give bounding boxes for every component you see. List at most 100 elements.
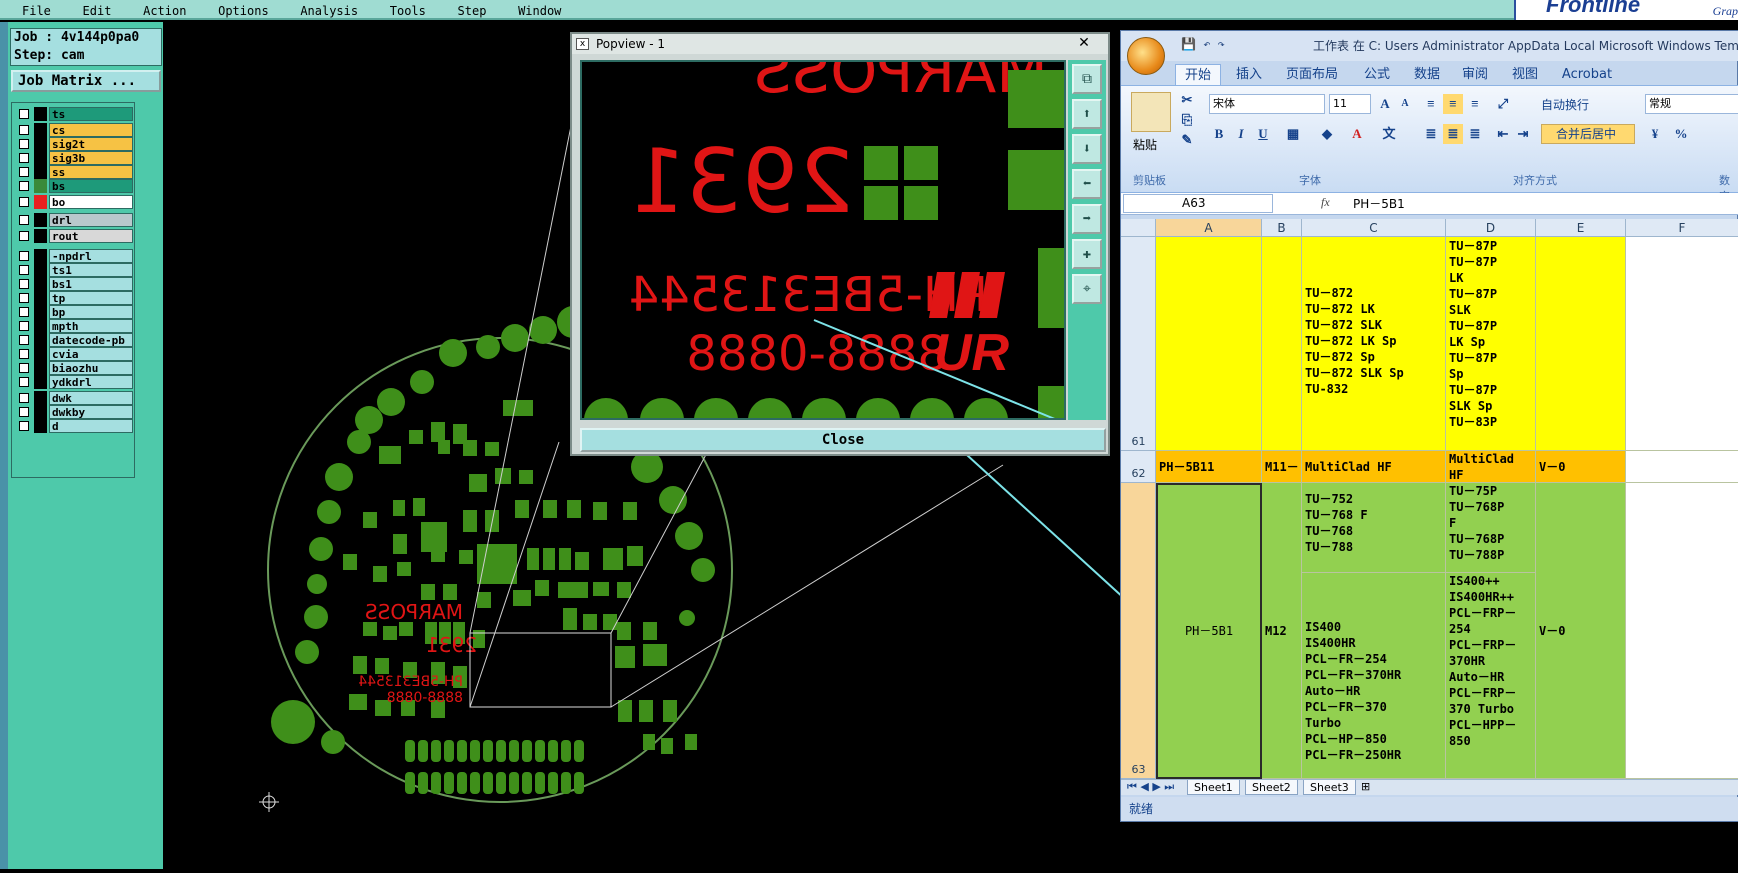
- tab-view[interactable]: 视图: [1505, 64, 1545, 85]
- pan-left-icon[interactable]: ⬅: [1072, 169, 1102, 199]
- layer-name[interactable]: d: [49, 419, 133, 433]
- layer-row[interactable]: bs: [16, 179, 134, 193]
- layer-name[interactable]: datecode-pb: [49, 333, 133, 347]
- align-middle-icon[interactable]: ≡: [1443, 94, 1463, 114]
- format-painter-icon[interactable]: ✎: [1177, 130, 1197, 150]
- layer-name[interactable]: bp: [49, 305, 133, 319]
- row-header[interactable]: 62: [1121, 451, 1156, 483]
- layer-checkbox[interactable]: [19, 407, 29, 417]
- layer-checkbox[interactable]: [19, 307, 29, 317]
- sheet-cell[interactable]: [1626, 483, 1738, 779]
- insert-sheet-icon[interactable]: ⊞: [1361, 780, 1370, 793]
- sheet-cell[interactable]: PH－5B11: [1156, 451, 1262, 483]
- undo-icon[interactable]: ↶: [1203, 37, 1210, 51]
- menu-options[interactable]: Options: [218, 5, 269, 17]
- layer-row[interactable]: rout: [16, 229, 134, 243]
- layer-checkbox[interactable]: [19, 215, 29, 225]
- align-right-icon[interactable]: ≣: [1465, 124, 1485, 144]
- layer-row[interactable]: d: [16, 419, 134, 433]
- sheet-tab-1[interactable]: Sheet1: [1187, 780, 1240, 795]
- layer-row[interactable]: dwk: [16, 391, 134, 405]
- layer-row[interactable]: ss: [16, 165, 134, 179]
- layer-name[interactable]: ts1: [49, 263, 133, 277]
- menu-edit[interactable]: Edit: [83, 5, 112, 17]
- grow-font-icon[interactable]: A: [1375, 94, 1395, 114]
- layer-checkbox[interactable]: [19, 197, 29, 207]
- layer-name[interactable]: mpth: [49, 319, 133, 333]
- layer-row[interactable]: -npdrl: [16, 249, 134, 263]
- layer-checkbox[interactable]: [19, 393, 29, 403]
- tab-review[interactable]: 审阅: [1455, 64, 1495, 85]
- layer-row[interactable]: bp: [16, 305, 134, 319]
- menu-file[interactable]: File: [22, 5, 51, 17]
- layer-row[interactable]: mpth: [16, 319, 134, 333]
- layer-checkbox[interactable]: [19, 293, 29, 303]
- layer-checkbox[interactable]: [19, 251, 29, 261]
- layer-row[interactable]: sig3b: [16, 151, 134, 165]
- name-box[interactable]: A63: [1123, 194, 1273, 213]
- office-button-icon[interactable]: [1127, 37, 1165, 75]
- layer-checkbox[interactable]: [19, 335, 29, 345]
- layer-checkbox[interactable]: [19, 265, 29, 275]
- formula-input[interactable]: PH－5B1: [1353, 195, 1405, 212]
- layer-name[interactable]: -npdrl: [49, 249, 133, 263]
- menu-step[interactable]: Step: [458, 5, 487, 17]
- layer-checkbox[interactable]: [19, 153, 29, 163]
- select-all-corner[interactable]: [1121, 219, 1156, 237]
- zoom-window-icon[interactable]: ⧉: [1072, 64, 1102, 94]
- underline-icon[interactable]: U: [1253, 124, 1273, 144]
- layer-name[interactable]: cvia: [49, 347, 133, 361]
- sheet-cell[interactable]: MultiClad HF: [1446, 451, 1536, 483]
- pan-up-icon[interactable]: ⬆: [1072, 99, 1102, 129]
- job-matrix-button[interactable]: Job Matrix ...: [11, 70, 161, 92]
- layer-checkbox[interactable]: [19, 109, 29, 119]
- layer-checkbox[interactable]: [19, 349, 29, 359]
- fx-icon[interactable]: fx: [1321, 195, 1330, 210]
- column-header[interactable]: C: [1302, 219, 1446, 237]
- cut-icon[interactable]: ✂: [1177, 90, 1197, 110]
- shrink-font-icon[interactable]: A: [1395, 94, 1415, 114]
- borders-icon[interactable]: ▦: [1283, 124, 1303, 144]
- sheet-cell[interactable]: M11－: [1262, 451, 1302, 483]
- layer-row[interactable]: datecode-pb: [16, 333, 134, 347]
- layer-name[interactable]: drl: [49, 213, 133, 227]
- sheet-nav-icon[interactable]: ⏮ ◀ ▶ ⏭: [1127, 780, 1174, 794]
- save-icon[interactable]: 💾: [1181, 37, 1196, 51]
- align-center-icon[interactable]: ≣: [1443, 124, 1463, 144]
- column-header[interactable]: D: [1446, 219, 1536, 237]
- tab-acrobat[interactable]: Acrobat: [1555, 64, 1619, 85]
- menu-tools[interactable]: Tools: [390, 5, 426, 17]
- bold-icon[interactable]: B: [1209, 124, 1229, 144]
- layer-checkbox[interactable]: [19, 125, 29, 135]
- popview-canvas[interactable]: MARPOSS 2931 PH-5BE313544 8888-0888 UR: [580, 60, 1066, 420]
- layer-row[interactable]: sig2t: [16, 137, 134, 151]
- column-header[interactable]: F: [1626, 219, 1738, 237]
- layer-name[interactable]: sig3b: [49, 151, 133, 165]
- row-header[interactable]: 63: [1121, 483, 1156, 779]
- row-header[interactable]: 61: [1121, 237, 1156, 451]
- sheet-cell[interactable]: [1156, 237, 1262, 451]
- sheet-cell[interactable]: TU－752 TU－768 F TU－768 TU－788: [1302, 483, 1446, 573]
- copy-icon[interactable]: ⎘: [1177, 110, 1197, 130]
- layer-checkbox[interactable]: [19, 377, 29, 387]
- layer-row[interactable]: cs: [16, 123, 134, 137]
- phonetic-icon[interactable]: 文: [1379, 124, 1399, 144]
- layer-row[interactable]: ts: [16, 107, 134, 121]
- number-format-select[interactable]: 常规: [1645, 94, 1738, 114]
- layer-name[interactable]: biaozhu: [49, 361, 133, 375]
- align-top-icon[interactable]: ≡: [1421, 94, 1441, 114]
- menu-analysis[interactable]: Analysis: [300, 5, 358, 17]
- layer-name[interactable]: bo: [49, 195, 133, 209]
- currency-icon[interactable]: ¥: [1645, 124, 1665, 144]
- italic-icon[interactable]: I: [1231, 124, 1251, 144]
- column-header[interactable]: B: [1262, 219, 1302, 237]
- menu-window[interactable]: Window: [518, 5, 561, 17]
- increase-indent-icon[interactable]: ⇥: [1513, 124, 1533, 144]
- sheet-cell[interactable]: [1262, 237, 1302, 451]
- close-icon[interactable]: ✕: [1066, 35, 1102, 52]
- font-color-icon[interactable]: A: [1347, 124, 1367, 144]
- tab-home[interactable]: 开始: [1175, 64, 1221, 85]
- layer-checkbox[interactable]: [19, 181, 29, 191]
- layer-name[interactable]: ss: [49, 165, 133, 179]
- sheet-cell[interactable]: TU－75P TU－768P F TU－768P TU－788P: [1446, 483, 1536, 573]
